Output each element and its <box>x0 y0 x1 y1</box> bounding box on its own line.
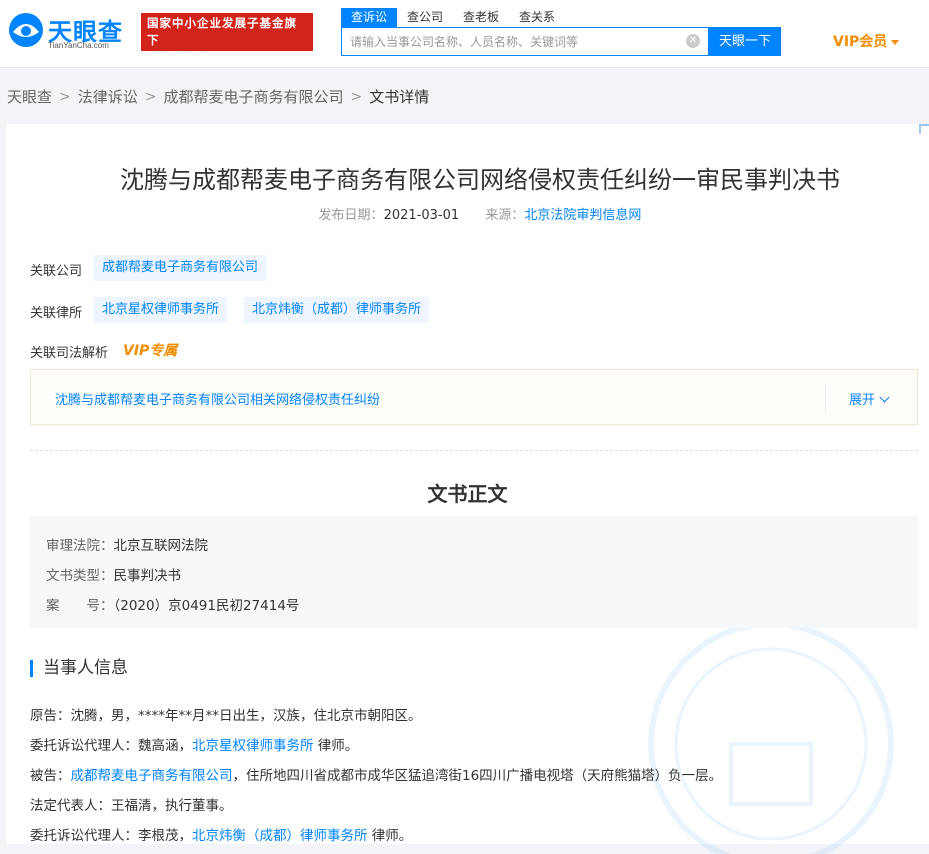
court-row: 审理法院：北京互联网法院 <box>46 534 208 554</box>
court-label: 审理法院： <box>46 538 114 554</box>
search-button[interactable]: 天眼一下 <box>709 27 781 56</box>
breadcrumb-current: 文书详情 <box>369 88 430 106</box>
related-lawfirm-tag-2[interactable]: 北京炜衡（成都）律师事务所 <box>244 297 430 323</box>
case-number-row: 案 号：（2020）京0491民初27414号 <box>46 594 299 614</box>
slogan-badge: 国家中小企业发展子基金旗下 官方备案企业征信机构 <box>141 13 313 64</box>
corner-decoration <box>919 124 929 134</box>
related-lawfirm-label: 关联律所 <box>30 306 83 321</box>
agent2-text: 委托诉讼代理人：李根茂， <box>30 828 192 844</box>
body-section-title: 文书正文 <box>427 482 508 506</box>
court-emblem-watermark-icon <box>648 621 894 854</box>
caret-down-icon <box>891 39 900 45</box>
agent2-suffix: 律师。 <box>367 828 413 844</box>
document-meta: 发布日期：2021-03-01 来源：北京法院审判信息网 <box>6 204 929 223</box>
case-number-label: 案 号： <box>46 598 114 614</box>
tab-lawsuit[interactable]: 查诉讼 <box>341 8 398 27</box>
vip-member-link[interactable]: VIP会员 <box>833 31 900 51</box>
agent2-firm-link[interactable]: 北京炜衡（成都）律师事务所 <box>192 828 368 844</box>
defendant-label: 被告： <box>30 768 71 784</box>
tab-boss[interactable]: 查老板 <box>453 8 509 27</box>
tab-company[interactable]: 查公司 <box>397 8 453 27</box>
vip-exclusive-badge[interactable]: VIP专属 <box>123 340 177 360</box>
slogan-line-1: 国家中小企业发展子基金旗下 <box>147 16 297 47</box>
related-company-tag[interactable]: 成都帮麦电子商务有限公司 <box>94 255 267 281</box>
chevron-right-icon: > <box>144 88 157 105</box>
defendant-address: ，住所地四川省成都市成华区猛追湾街16四川广播电视塔（天府熊猫塔）负一层。 <box>232 768 723 784</box>
defendant-link[interactable]: 成都帮麦电子商务有限公司 <box>71 768 233 784</box>
breadcrumb: 天眼查 > 法律诉讼 > 成都帮麦电子商务有限公司 > 文书详情 <box>7 86 429 107</box>
type-value: 民事判决书 <box>113 568 182 584</box>
defendant-line: 被告：成都帮麦电子商务有限公司，住所地四川省成都市成华区猛追湾街16四川广播电视… <box>30 764 722 784</box>
eye-logo-icon <box>9 13 43 47</box>
top-header: 天眼查 TianYanCha.com 国家中小企业发展子基金旗下 官方备案企业征… <box>0 0 929 68</box>
vip-member-label: VIP会员 <box>833 34 888 50</box>
source-label: 来源： <box>485 208 525 223</box>
divider <box>825 384 826 412</box>
breadcrumb-home[interactable]: 天眼查 <box>7 86 52 107</box>
tab-relation[interactable]: 查关系 <box>509 8 565 27</box>
legal-rep-line: 法定代表人：王福清，执行董事。 <box>30 798 233 814</box>
breadcrumb-lawsuit[interactable]: 法律诉讼 <box>78 86 138 107</box>
judicial-analysis-panel: 沈腾与成都帮麦电子商务有限公司相关网络侵权责任纠纷 展开 <box>30 369 918 425</box>
agent1-text: 委托诉讼代理人：魏高涵， <box>30 738 192 754</box>
search-tabs: 查诉讼 查公司 查老板 查关系 <box>341 8 565 27</box>
related-lawfirm-tag-1[interactable]: 北京星权律师事务所 <box>94 297 228 323</box>
slogan-line-2: 官方备案企业征信机构 <box>147 50 272 64</box>
search-box: ✕ <box>341 27 709 56</box>
expand-button[interactable]: 展开 <box>849 389 890 408</box>
publish-date: 2021-03-01 <box>383 208 460 223</box>
agent1-firm-link[interactable]: 北京星权律师事务所 <box>192 738 314 754</box>
source-link[interactable]: 北京法院审判信息网 <box>524 208 641 223</box>
judicial-analysis-label: 关联司法解析 <box>30 346 109 361</box>
related-case-link[interactable]: 沈腾与成都帮麦电子商务有限公司相关网络侵权责任纠纷 <box>55 389 380 408</box>
plaintiff-line: 原告：沈腾，男，****年**月**日出生，汉族，住北京市朝阳区。 <box>30 708 422 724</box>
parties-section-title: 当事人信息 <box>30 660 128 677</box>
chevron-right-icon: > <box>350 88 363 105</box>
type-label: 文书类型： <box>46 568 114 584</box>
agent1-suffix: 律师。 <box>313 738 359 754</box>
document-card: 沈腾与成都帮麦电子商务有限公司网络侵权责任纠纷一审民事判决书 发布日期：2021… <box>6 124 929 854</box>
case-info-box: 审理法院：北京互联网法院 文书类型：民事判决书 案 号：（2020）京0491民… <box>30 516 918 628</box>
agent-line-2: 委托诉讼代理人：李根茂，北京炜衡（成都）律师事务所 律师。 <box>30 824 412 844</box>
clear-icon[interactable]: ✕ <box>686 34 700 48</box>
agent-line-1: 委托诉讼代理人：魏高涵，北京星权律师事务所 律师。 <box>30 734 358 754</box>
court-value: 北京互联网法院 <box>113 538 209 554</box>
search-input[interactable] <box>342 28 682 55</box>
expand-label: 展开 <box>849 393 876 408</box>
date-label: 发布日期： <box>318 208 384 223</box>
chevron-down-icon <box>879 392 890 403</box>
document-title: 沈腾与成都帮麦电子商务有限公司网络侵权责任纠纷一审民事判决书 <box>120 166 840 194</box>
breadcrumb-company[interactable]: 成都帮麦电子商务有限公司 <box>164 86 344 107</box>
chevron-right-icon: > <box>59 88 71 105</box>
related-company-label: 关联公司 <box>30 264 83 279</box>
logo-subtitle: TianYanCha.com <box>48 41 109 50</box>
case-number-value: （2020）京0491民初27414号 <box>113 598 300 614</box>
type-row: 文书类型：民事判决书 <box>46 564 181 584</box>
site-logo[interactable]: 天眼查 TianYanCha.com <box>8 8 132 52</box>
dashed-divider <box>30 450 918 451</box>
